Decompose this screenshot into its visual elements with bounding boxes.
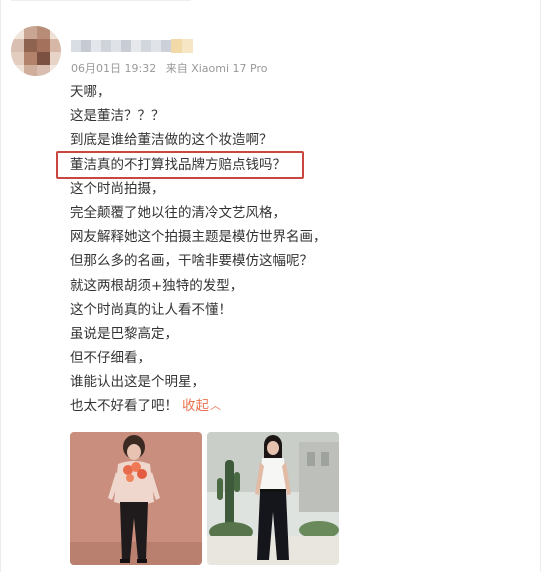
post-line: 虽说是巴黎高定，	[70, 325, 178, 342]
post-line: 这是董洁？？？	[70, 108, 165, 125]
post-line: 但那么多的名画，干啥非要模仿这幅呢？	[70, 253, 313, 270]
post-line: 到底是谁给董洁做的这个妆造啊？	[70, 132, 273, 149]
weibo-post-card: 06月01日 19:32 来自 Xiaomi 17 Pro 天哪， 这是董洁？？…	[0, 0, 541, 572]
post-line: 但不仔细看，	[70, 350, 151, 367]
collapse-link[interactable]: 收起︿	[182, 398, 221, 414]
top-divider	[11, 0, 191, 1]
red-highlight-box	[56, 151, 304, 179]
post-line: 就这两根胡须+独特的发型，	[70, 277, 244, 294]
post-date[interactable]: 06月01日 19:32	[71, 62, 156, 75]
avatar[interactable]	[11, 26, 61, 76]
post-line-last: 也太不好看了吧！ 收起︿	[70, 394, 490, 418]
post-content: 天哪， 这是董洁？？？ 到底是谁给董洁做的这个妆造啊？ 董洁真的不打算找品牌方赔…	[70, 80, 490, 419]
username-redacted[interactable]	[71, 38, 193, 54]
post-line: 完全颠覆了她以往的清冷文艺风格，	[70, 204, 286, 221]
post-line: 这个时尚拍摄，	[70, 180, 165, 197]
post-source: 来自 Xiaomi 17 Pro	[165, 62, 268, 75]
post-line: 网友解释她这个拍摄主题是模仿世界名画，	[70, 229, 327, 246]
post-image-2[interactable]	[207, 432, 339, 565]
post-line-text: 也太不好看了吧！	[70, 398, 178, 415]
chevron-up-icon: ︿	[210, 399, 221, 413]
post-line: 天哪，	[70, 84, 111, 100]
post-image-1[interactable]	[70, 432, 202, 565]
collapse-label: 收起	[182, 398, 209, 415]
post-meta: 06月01日 19:32 来自 Xiaomi 17 Pro	[71, 60, 273, 76]
post-line: 这个时尚真的让人看不懂！	[70, 301, 232, 318]
post-line: 谁能认出这是个明星，	[70, 374, 205, 391]
